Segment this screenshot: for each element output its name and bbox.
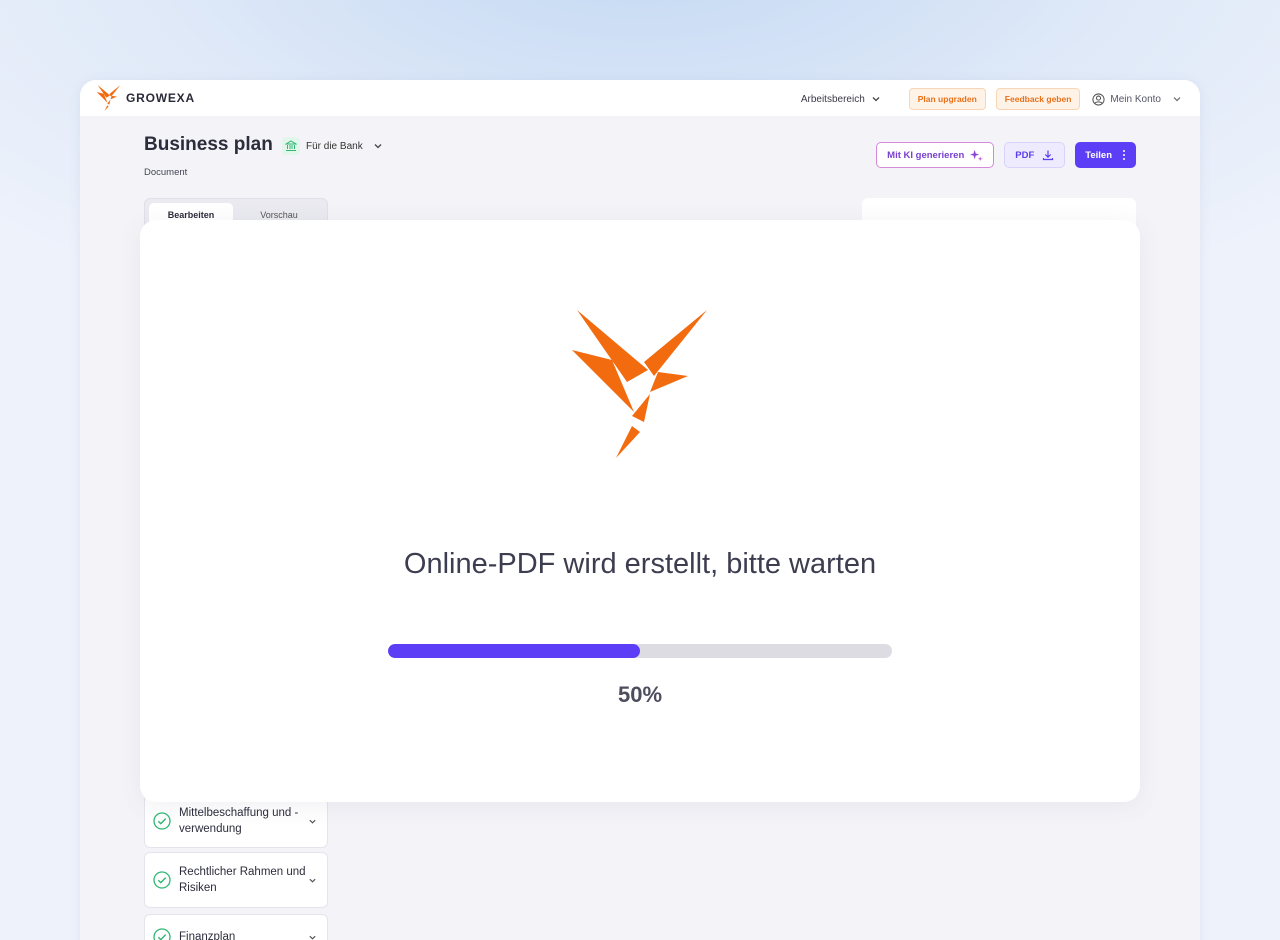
share-label: Teilen bbox=[1085, 149, 1112, 161]
growexa-logo-icon bbox=[572, 310, 707, 458]
section-label: Rechtlicher Rahmen und Risiken bbox=[179, 866, 306, 894]
document-subtitle: Document bbox=[144, 167, 188, 178]
pdf-download-button[interactable]: PDF bbox=[1004, 142, 1066, 168]
brand-logo[interactable]: GROWEXA bbox=[96, 85, 195, 111]
section-label: Finanzplan bbox=[179, 931, 236, 940]
background: GROWEXA Arbeitsbereich Plan upgraden Fee… bbox=[0, 0, 1280, 940]
check-circle-icon bbox=[153, 871, 171, 889]
section-item-funding[interactable]: Mittelbeschaffung und -verwendung bbox=[144, 794, 328, 848]
chevron-down-icon bbox=[309, 878, 316, 883]
top-navigation: GROWEXA Arbeitsbereich Plan upgraden Fee… bbox=[80, 80, 1200, 116]
workspace-dropdown[interactable]: Arbeitsbereich bbox=[801, 94, 881, 105]
generate-with-ai-button[interactable]: Mit KI generieren bbox=[876, 142, 995, 168]
download-icon bbox=[1043, 150, 1054, 161]
chevron-down-icon bbox=[309, 935, 316, 940]
growexa-logo-icon bbox=[96, 85, 121, 111]
nav-right: Arbeitsbereich Plan upgraden Feedback ge… bbox=[801, 88, 1182, 110]
pdf-generation-modal: Online-PDF wird erstellt, bitte warten 5… bbox=[140, 220, 1140, 802]
generate-with-ai-label: Mit KI generieren bbox=[887, 149, 965, 161]
chevron-down-icon bbox=[1173, 97, 1181, 102]
chevron-down-icon bbox=[872, 97, 880, 102]
upgrade-plan-button[interactable]: Plan upgraden bbox=[908, 88, 986, 110]
section-item-legal[interactable]: Rechtlicher Rahmen und Risiken bbox=[144, 852, 328, 908]
progress-message: Online-PDF wird erstellt, bitte warten bbox=[403, 548, 877, 580]
chevron-down-icon bbox=[374, 144, 382, 149]
workspace-label: Arbeitsbereich bbox=[800, 93, 865, 105]
progress-percentage: 50% bbox=[617, 682, 663, 707]
check-circle-icon bbox=[153, 812, 171, 830]
brand-name: GROWEXA bbox=[126, 91, 195, 105]
more-vertical-icon bbox=[1123, 150, 1125, 160]
sparkles-icon bbox=[970, 149, 983, 161]
audience-dropdown[interactable]: Für die Bank bbox=[282, 137, 383, 155]
header-actions: Mit KI generieren PDF Teilen bbox=[876, 142, 1136, 168]
account-label: Mein Konto bbox=[1110, 93, 1161, 105]
account-menu[interactable]: Mein Konto bbox=[1092, 92, 1182, 106]
section-label: Mittelbeschaffung und -verwendung bbox=[179, 807, 299, 835]
audience-label: Für die Bank bbox=[306, 140, 363, 152]
page-title: Business plan bbox=[144, 134, 273, 155]
user-circle-icon bbox=[1092, 92, 1105, 106]
share-button[interactable]: Teilen bbox=[1075, 142, 1136, 168]
section-item-finance[interactable]: Finanzplan bbox=[144, 914, 328, 940]
bank-icon bbox=[282, 137, 300, 155]
chevron-down-icon bbox=[309, 819, 316, 824]
progress-bar bbox=[388, 644, 892, 658]
check-circle-icon bbox=[153, 928, 171, 940]
feedback-button[interactable]: Feedback geben bbox=[995, 88, 1081, 110]
progress-bar-fill bbox=[388, 644, 640, 658]
pdf-label: PDF bbox=[1015, 149, 1035, 161]
